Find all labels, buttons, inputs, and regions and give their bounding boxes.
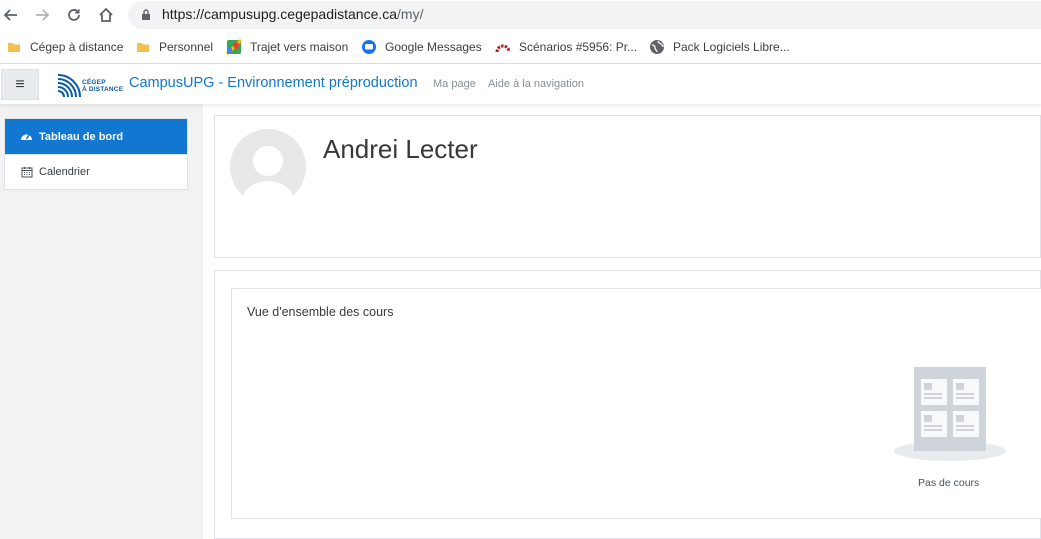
menu-toggle-button[interactable]: ≡ [1, 69, 39, 100]
bookmark-cegep[interactable]: Cégep à distance [6, 38, 123, 56]
back-button[interactable] [0, 4, 22, 26]
globe-icon [649, 39, 665, 55]
bookmark-label: Personnel [159, 40, 214, 54]
bookmark-label: Scénarios #5956: Pr... [519, 40, 638, 54]
maps-icon [226, 39, 242, 55]
bookmark-label: Trajet vers maison [250, 40, 349, 54]
user-silhouette-icon [242, 146, 294, 205]
bookmark-label: Pack Logiciels Libre... [673, 40, 790, 54]
main-content: Andrei Lecter Vue d'ensemble des cours P… [203, 104, 1041, 539]
redmine-icon [495, 39, 511, 55]
forward-arrow-icon [36, 9, 50, 21]
drawer-item-dashboard[interactable]: Tableau de bord [5, 119, 187, 154]
course-overview-block: Vue d'ensemble des cours Pas de cours [231, 288, 1041, 519]
drawer-item-calendar[interactable]: Calendrier [5, 154, 187, 189]
drawer-item-label: Tableau de bord [39, 130, 124, 143]
user-avatar[interactable] [230, 129, 306, 205]
url-text: https://campusupg.cegepadistance.ca/my/ [162, 6, 424, 22]
forward-button[interactable] [31, 4, 53, 26]
bookmark-pack-logiciels[interactable]: Pack Logiciels Libre... [649, 38, 790, 56]
site-logo[interactable]: CÉGEP À DISTANCE [56, 71, 126, 99]
calendar-icon [20, 166, 33, 179]
folder-icon [6, 39, 22, 55]
bookmark-personnel[interactable]: Personnel [135, 38, 213, 56]
folder-icon [135, 39, 151, 55]
address-bar[interactable]: https://campusupg.cegepadistance.ca/my/ [128, 1, 1041, 29]
drawer-item-label: Calendrier [39, 166, 90, 178]
nav-link-aide[interactable]: Aide à la navigation [488, 78, 584, 90]
page-header: Andrei Lecter [214, 115, 1041, 258]
nav-link-ma-page[interactable]: Ma page [433, 78, 476, 90]
hamburger-icon: ≡ [15, 75, 25, 93]
nav-drawer: Tableau de bord Calendrier [0, 104, 203, 539]
no-courses-illustration [894, 367, 1006, 461]
block-title: Vue d'ensemble des cours [247, 305, 394, 319]
bookmark-trajet[interactable]: Trajet vers maison [226, 38, 348, 56]
block-region: Vue d'ensemble des cours Pas de cours [214, 270, 1041, 539]
browser-toolbar: https://campusupg.cegepadistance.ca/my/ [0, 0, 1041, 30]
site-navbar: ≡ CÉGEP À DISTANCE CampusUPG - Environnem… [0, 65, 1041, 104]
dashboard-icon [20, 130, 33, 143]
bookmark-label: Cégep à distance [30, 40, 124, 54]
logo-text: CÉGEP À DISTANCE [82, 79, 124, 93]
lock-icon [142, 9, 150, 20]
empty-state-message: Pas de cours [918, 477, 980, 489]
reload-icon [68, 9, 80, 21]
drawer-list: Tableau de bord Calendrier [4, 118, 188, 190]
page-title: Andrei Lecter [323, 134, 478, 164]
bookmark-scenarios[interactable]: Scénarios #5956: Pr... [495, 38, 637, 56]
bookmark-messages[interactable]: Google Messages [361, 38, 482, 56]
messages-icon [361, 39, 377, 55]
home-button[interactable] [95, 4, 117, 26]
logo-arcs-icon [57, 74, 81, 98]
courses-empty-icon [894, 367, 1006, 461]
reload-button[interactable] [63, 4, 85, 26]
bookmark-label: Google Messages [385, 40, 482, 54]
bookmarks-bar: Cégep à distance Personnel Trajet vers m… [0, 30, 1041, 64]
back-arrow-icon [3, 9, 17, 21]
home-icon [99, 7, 113, 22]
site-name-link[interactable]: CampusUPG - Environnement préproduction [129, 75, 418, 91]
